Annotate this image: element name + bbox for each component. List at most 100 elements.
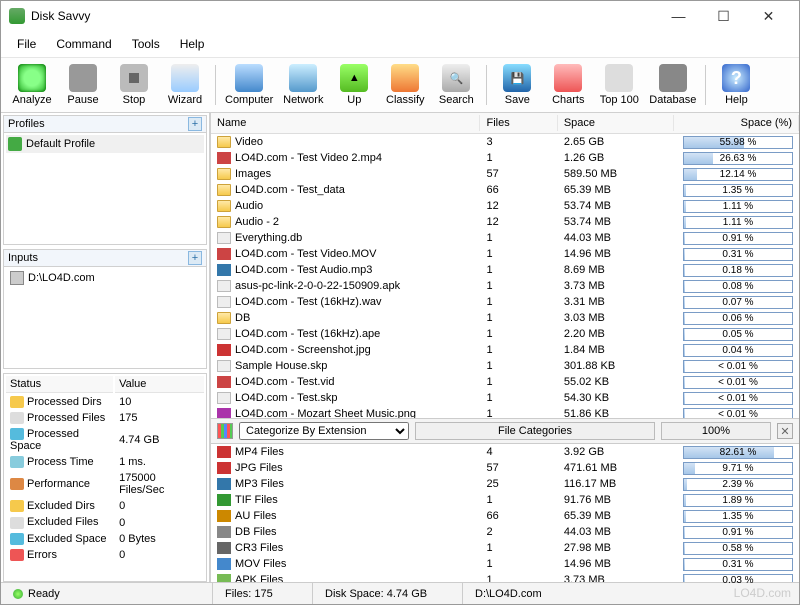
file-count: 1 — [481, 296, 558, 308]
close-button[interactable]: ✕ — [746, 2, 791, 30]
charts-button[interactable]: Charts — [543, 62, 593, 108]
status-col-status[interactable]: Status — [6, 376, 113, 393]
folder-icon — [217, 168, 231, 180]
file-row[interactable]: LO4D.com - Screenshot.jpg 1 1.84 MB 0.04… — [211, 342, 799, 358]
maximize-button[interactable]: ☐ — [701, 2, 746, 30]
analyze-icon — [18, 64, 46, 92]
file-space: 14.96 MB — [558, 558, 674, 570]
menu-file[interactable]: File — [7, 33, 46, 55]
stop-button[interactable]: Stop — [109, 62, 159, 108]
classify-button[interactable]: Classify — [380, 62, 430, 108]
pause-button[interactable]: Pause — [58, 62, 108, 108]
computer-button[interactable]: Computer — [221, 62, 277, 108]
status-row: Excluded Space0 Bytes — [6, 532, 204, 546]
file-row[interactable]: LO4D.com - Test.vid 1 55.02 KB < 0.01 % — [211, 374, 799, 390]
file-count: 12 — [481, 216, 558, 228]
pct-bar: 0.07 % — [683, 296, 793, 309]
mp3-icon — [217, 478, 231, 490]
category-pct-button[interactable]: 100% — [661, 422, 771, 440]
profile-name: Default Profile — [26, 138, 95, 150]
file-row[interactable]: AU Files 66 65.39 MB 1.35 % — [211, 508, 799, 524]
save-button[interactable]: 💾Save — [492, 62, 542, 108]
add-input-button[interactable]: + — [188, 251, 202, 265]
top100-button[interactable]: Top 100 — [594, 62, 644, 108]
file-space: 3.31 MB — [558, 296, 674, 308]
file-row[interactable]: TIF Files 1 91.76 MB 1.89 % — [211, 492, 799, 508]
pct-bar: 0.05 % — [683, 328, 793, 341]
file-row[interactable]: MP4 Files 4 3.92 GB 82.61 % — [211, 444, 799, 460]
file-list[interactable]: Video 3 2.65 GB 55.98 %LO4D.com - Test V… — [211, 134, 799, 418]
file-row[interactable]: Sample House.skp 1 301.88 KB < 0.01 % — [211, 358, 799, 374]
pct-bar: 0.04 % — [683, 344, 793, 357]
category-list[interactable]: MP4 Files 4 3.92 GB 82.61 %JPG Files 57 … — [211, 444, 799, 584]
status-table: Status Value Processed Dirs10Processed F… — [4, 374, 206, 564]
file-row[interactable]: LO4D.com - Test.skp 1 54.30 KB < 0.01 % — [211, 390, 799, 406]
file-count: 1 — [481, 280, 558, 292]
help-button[interactable]: ?Help — [711, 62, 761, 108]
wizard-button[interactable]: Wizard — [160, 62, 210, 108]
file-row[interactable]: Video 3 2.65 GB 55.98 % — [211, 134, 799, 150]
database-button[interactable]: Database — [645, 62, 700, 108]
cr3-icon — [217, 542, 231, 554]
file-row[interactable]: LO4D.com - Test Video.MOV 1 14.96 MB 0.3… — [211, 246, 799, 262]
menu-help[interactable]: Help — [170, 33, 215, 55]
file-name: MP4 Files — [235, 446, 284, 458]
file-name: LO4D.com - Mozart Sheet Music.png — [235, 408, 416, 418]
file-row[interactable]: Audio - 2 12 53.74 MB 1.11 % — [211, 214, 799, 230]
file-row[interactable]: DB 1 3.03 MB 0.06 % — [211, 310, 799, 326]
input-path: D:\LO4D.com — [28, 272, 95, 284]
file-space: 471.61 MB — [558, 462, 674, 474]
col-name[interactable]: Name — [211, 115, 480, 131]
file-row[interactable]: LO4D.com - Test Audio.mp3 1 8.69 MB 0.18… — [211, 262, 799, 278]
file-row[interactable]: MP3 Files 25 116.17 MB 2.39 % — [211, 476, 799, 492]
up-button[interactable]: ▲Up — [329, 62, 379, 108]
file-row[interactable]: LO4D.com - Test_data 66 65.39 MB 1.35 % — [211, 182, 799, 198]
profiles-header: Profiles + — [4, 116, 206, 133]
file-count: 4 — [481, 446, 558, 458]
status-col-value[interactable]: Value — [115, 376, 204, 393]
col-files[interactable]: Files — [480, 115, 557, 131]
file-name: CR3 Files — [235, 542, 283, 554]
status-row: Processed Files175 — [6, 411, 204, 425]
file-count: 1 — [481, 408, 558, 418]
add-profile-button[interactable]: + — [188, 117, 202, 131]
file-count: 1 — [481, 328, 558, 340]
watermark: LO4D.com — [734, 586, 791, 600]
input-row[interactable]: D:\LO4D.com — [6, 269, 204, 287]
file-count: 1 — [481, 494, 558, 506]
minimize-button[interactable]: — — [656, 2, 701, 30]
file-row[interactable]: JPG Files 57 471.61 MB 9.71 % — [211, 460, 799, 476]
file-row[interactable]: LO4D.com - Test (16kHz).wav 1 3.31 MB 0.… — [211, 294, 799, 310]
menu-command[interactable]: Command — [46, 33, 121, 55]
categorize-select[interactable]: Categorize By Extension — [239, 422, 409, 440]
network-button[interactable]: Network — [278, 62, 328, 108]
file-count: 1 — [481, 232, 558, 244]
file-row[interactable]: LO4D.com - Test Video 2.mp4 1 1.26 GB 26… — [211, 150, 799, 166]
file-space: 1.84 MB — [558, 344, 674, 356]
file-row[interactable]: CR3 Files 1 27.98 MB 0.58 % — [211, 540, 799, 556]
col-space-pct[interactable]: Space (%) — [674, 115, 799, 131]
file-space: 65.39 MB — [558, 510, 674, 522]
file-row[interactable]: asus-pc-link-2-0-0-22-150909.apk 1 3.73 … — [211, 278, 799, 294]
file-categories-button[interactable]: File Categories — [415, 422, 655, 440]
file-row[interactable]: DB Files 2 44.03 MB 0.91 % — [211, 524, 799, 540]
categorize-icon[interactable] — [217, 423, 233, 439]
pct-bar: 0.31 % — [683, 248, 793, 261]
category-close-button[interactable]: ✕ — [777, 423, 793, 439]
file-row[interactable]: Audio 12 53.74 MB 1.11 % — [211, 198, 799, 214]
pct-bar: 0.18 % — [683, 264, 793, 277]
file-row[interactable]: LO4D.com - Mozart Sheet Music.png 1 51.8… — [211, 406, 799, 418]
file-row[interactable]: Images 57 589.50 MB 12.14 % — [211, 166, 799, 182]
menu-tools[interactable]: Tools — [122, 33, 170, 55]
file-space: 91.76 MB — [558, 494, 674, 506]
pct-bar: 0.91 % — [683, 526, 793, 539]
file-row[interactable]: LO4D.com - Test (16kHz).ape 1 2.20 MB 0.… — [211, 326, 799, 342]
file-row[interactable]: Everything.db 1 44.03 MB 0.91 % — [211, 230, 799, 246]
pct-bar: 0.58 % — [683, 542, 793, 555]
file-name: LO4D.com - Test Video 2.mp4 — [235, 152, 382, 164]
search-button[interactable]: 🔍Search — [431, 62, 481, 108]
col-space[interactable]: Space — [558, 115, 674, 131]
analyze-button[interactable]: Analyze — [7, 62, 57, 108]
profile-row[interactable]: Default Profile — [6, 135, 204, 153]
file-row[interactable]: MOV Files 1 14.96 MB 0.31 % — [211, 556, 799, 572]
